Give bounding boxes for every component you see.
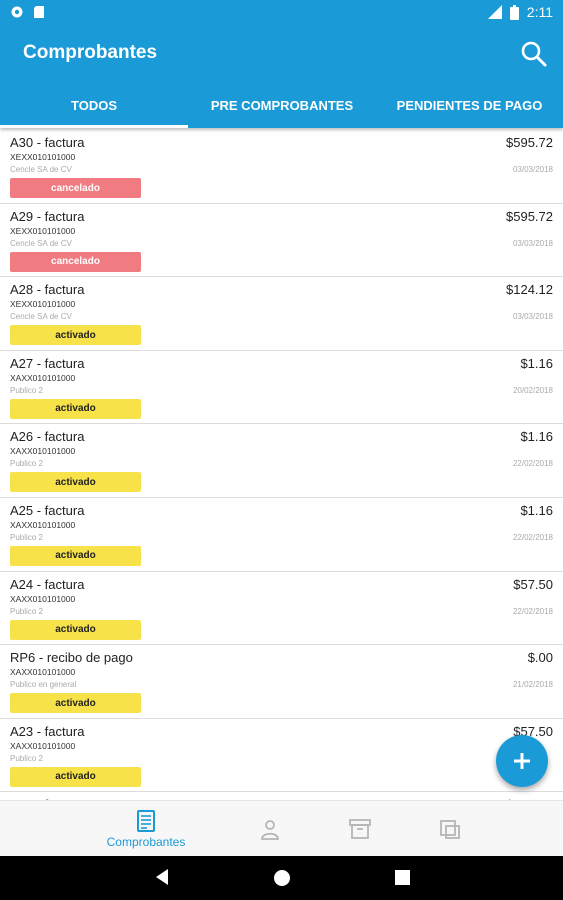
status-badge: cancelado	[10, 251, 141, 272]
item-client: Publico en general	[10, 680, 77, 690]
status-badge: activado	[10, 693, 141, 714]
item-title: A30 - factura	[10, 135, 85, 150]
item-rfc: XEXX010101000	[10, 225, 76, 236]
item-date: 03/03/2018	[512, 238, 553, 248]
item-rfc: XAXX010101000	[10, 446, 76, 457]
item-title: A26 - factura	[10, 429, 85, 445]
tab-bar: TODOS PRE COMPROBANTES PENDIENTES DE PAG…	[0, 83, 563, 128]
system-navigation-bar	[0, 856, 563, 900]
list-item[interactable]: A27 - factura XAXX010101000 Publico 2 $1.16…	[0, 351, 563, 425]
app-bar: Comprobantes	[0, 26, 563, 83]
sd-card-icon	[34, 6, 44, 18]
item-rfc: XAXX010101000	[10, 593, 76, 604]
status-badge: activado	[10, 472, 141, 493]
status-badge: activado	[10, 619, 141, 640]
item-date: 22/02/2018	[512, 532, 553, 542]
list-item[interactable]: A29 - factura XEXX010101000 Cencle SA de C…	[0, 204, 563, 278]
item-rfc: XEXX010101000	[10, 152, 76, 162]
item-rfc: XAXX010101000	[10, 740, 76, 751]
item-client: Publico 2	[10, 606, 43, 616]
list-item[interactable]: RP6 - recibo de pago XAXX010101000 Publico…	[0, 645, 563, 719]
battery-icon	[509, 4, 519, 20]
item-amount: $1.16	[520, 429, 553, 445]
status-badge: activado	[10, 398, 141, 419]
tab-pre-comprobantes[interactable]: PRE COMPROBANTES	[188, 83, 376, 128]
item-rfc: XEXX010101000	[10, 299, 76, 310]
signal-icon	[487, 5, 502, 19]
item-amount: $124.12	[506, 282, 553, 298]
tab-todos[interactable]: TODOS	[0, 83, 188, 128]
item-rfc: XAXX010101000	[10, 372, 76, 383]
status-bar: 2:11	[0, 0, 563, 26]
item-client: Cencle SA de CV	[10, 238, 72, 248]
item-title: A28 - factura	[10, 282, 85, 298]
back-icon[interactable]	[154, 868, 170, 886]
item-amount: $1.16	[520, 355, 553, 371]
item-date: 21/02/2018	[512, 680, 553, 690]
item-title: A27 - factura	[10, 355, 85, 371]
list-item[interactable]: A28 - factura XEXX010101000 Cencle SA de C…	[0, 277, 563, 351]
item-client: Cencle SA de CV	[10, 165, 72, 174]
item-title: A29 - factura	[10, 208, 85, 224]
nav-comprobantes[interactable]: Comprobantes	[96, 801, 196, 857]
item-amount: $595.72	[506, 135, 553, 150]
nav-archivo[interactable]	[310, 801, 410, 857]
status-badge: activado	[10, 545, 141, 566]
item-date: 22/02/2018	[512, 459, 553, 469]
item-client: Publico 2	[10, 459, 43, 469]
products-icon	[440, 820, 460, 839]
active-tab-indicator	[0, 125, 188, 128]
item-amount: $.00	[527, 650, 553, 666]
item-rfc: XAXX010101000	[10, 667, 76, 678]
clients-icon	[261, 820, 279, 840]
search-icon[interactable]	[519, 39, 549, 69]
nav-comprobantes-label: Comprobantes	[106, 834, 186, 849]
plus-icon	[514, 753, 530, 769]
document-icon	[137, 809, 155, 832]
page-title: Comprobantes	[23, 42, 158, 63]
status-badge: activado	[10, 325, 141, 346]
list-item[interactable]: A30 - factura XEXX010101000 Cencle SA de C…	[0, 130, 563, 204]
item-date: 03/03/2018	[512, 312, 553, 322]
item-date: 22/02/2018	[512, 606, 553, 616]
status-badge: cancelado	[10, 178, 141, 198]
item-amount: $1.16	[520, 502, 553, 518]
item-client: Publico 2	[10, 532, 43, 542]
item-rfc: XAXX010101000	[10, 519, 76, 530]
status-badge: activado	[10, 766, 141, 787]
add-comprobante-button[interactable]	[496, 735, 548, 787]
item-client: Publico 2	[10, 385, 43, 395]
comprobantes-list[interactable]: A30 - factura XEXX010101000 Cencle SA de C…	[0, 130, 563, 800]
list-item[interactable]: A22 - factura$100.44	[0, 792, 563, 800]
item-amount: $595.72	[506, 208, 553, 224]
item-date: 03/03/2018	[512, 165, 553, 174]
item-date: 20/02/2018	[512, 385, 553, 395]
home-icon[interactable]	[273, 869, 291, 887]
bottom-navigation: Comprobantes	[0, 800, 563, 856]
item-title: A24 - factura	[10, 576, 85, 592]
nav-productos[interactable]	[400, 801, 500, 857]
item-amount: $57.50	[513, 576, 553, 592]
settings-notification-icon	[11, 6, 23, 18]
recents-icon[interactable]	[395, 870, 410, 885]
list-item[interactable]: A23 - factura XAXX010101000 Publico 2 $57.5…	[0, 719, 563, 793]
item-title: A25 - factura	[10, 502, 85, 518]
nav-clientes[interactable]	[220, 801, 320, 857]
item-client: Publico 2	[10, 753, 43, 763]
item-client: Cencle SA de CV	[10, 312, 72, 322]
status-time: 2:11	[526, 4, 553, 20]
item-title: A23 - factura	[10, 723, 85, 739]
list-item[interactable]: A25 - factura XAXX010101000 Publico 2 $1.16…	[0, 498, 563, 572]
item-title: RP6 - recibo de pago	[10, 650, 133, 666]
list-item[interactable]: A24 - factura XAXX010101000 Publico 2 $57.5…	[0, 572, 563, 646]
list-item[interactable]: A26 - factura XAXX010101000 Publico 2 $1.16…	[0, 424, 563, 498]
tab-pendientes-de-pago[interactable]: PENDIENTES DE PAGO	[376, 83, 563, 128]
archive-icon	[349, 819, 371, 839]
